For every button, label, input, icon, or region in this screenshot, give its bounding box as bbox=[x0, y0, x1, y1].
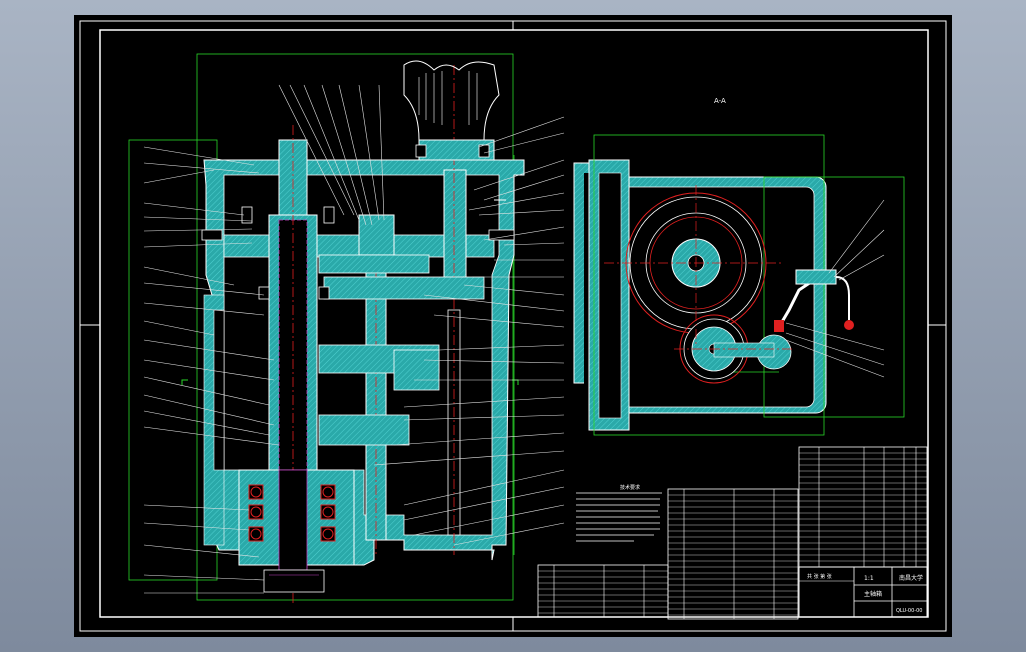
gear-train-upper bbox=[318, 254, 430, 274]
title-block-title: 主轴箱 bbox=[864, 590, 882, 598]
parts-list-lower bbox=[537, 564, 669, 618]
title-block-scale: 1:1 bbox=[864, 575, 874, 582]
app-background: A-A 技术要求 1:1 南昌大学 主轴箱 QLU-00-00 共 张 第 张 bbox=[0, 0, 1026, 652]
motor-bracket bbox=[403, 60, 500, 141]
main-section-view bbox=[128, 53, 525, 605]
parts-list-middle bbox=[667, 488, 799, 620]
technical-notes: 技术要求 bbox=[576, 484, 662, 542]
section-view-label: A-A bbox=[714, 97, 726, 105]
motor-shaft-coupling bbox=[443, 169, 467, 291]
spindle-nose bbox=[263, 569, 325, 593]
title-block-number: QLU-00-00 bbox=[896, 608, 922, 614]
cad-drawing: A-A 技术要求 1:1 南昌大学 主轴箱 QLU-00-00 共 张 第 张 bbox=[79, 20, 947, 632]
section-view-aa bbox=[573, 134, 905, 436]
title-block: 1:1 南昌大学 主轴箱 QLU-00-00 共 张 第 张 bbox=[798, 566, 928, 618]
title-block-school: 南昌大学 bbox=[899, 574, 923, 582]
title-block-sheet: 共 张 第 张 bbox=[807, 573, 832, 580]
intermediate-gear bbox=[358, 214, 395, 256]
technical-notes-body bbox=[576, 492, 662, 542]
technical-notes-title: 技术要求 bbox=[620, 484, 640, 491]
lever-knob bbox=[844, 320, 854, 330]
cad-viewport[interactable]: A-A 技术要求 1:1 南昌大学 主轴箱 QLU-00-00 共 张 第 张 bbox=[74, 15, 952, 637]
gear-train-lower bbox=[323, 276, 485, 300]
gear-block-lower bbox=[318, 414, 410, 446]
